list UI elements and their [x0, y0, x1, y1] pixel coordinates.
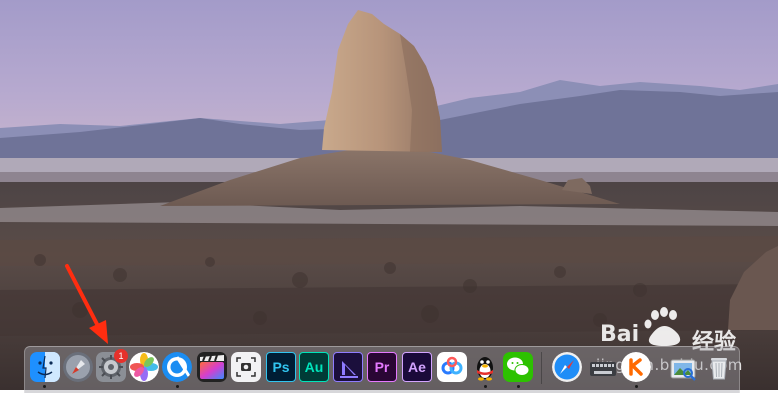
wechat-running-indicator: [517, 385, 520, 388]
kwai-running-indicator: [635, 385, 638, 388]
after-effects-icon[interactable]: Ae: [402, 352, 432, 382]
finder-running-indicator: [43, 385, 46, 388]
kwai-icon[interactable]: [621, 352, 651, 382]
dock-separator: [541, 352, 542, 384]
clapper-icon[interactable]: [197, 352, 227, 382]
browser-icon[interactable]: [162, 352, 192, 382]
premiere-icon[interactable]: Pr: [367, 352, 397, 382]
photos-icon[interactable]: [129, 352, 159, 382]
trash-icon[interactable]: [704, 352, 734, 382]
launchpad-icon[interactable]: [63, 352, 93, 382]
qq-penguin-icon[interactable]: [470, 352, 500, 382]
keyboard-icon[interactable]: [588, 352, 618, 382]
audition-icon[interactable]: Au: [299, 352, 329, 382]
media-encoder-icon[interactable]: [333, 352, 363, 382]
photoshop-icon[interactable]: Ps: [266, 352, 296, 382]
cloud-icon[interactable]: [437, 352, 467, 382]
notification-badge: 1: [114, 349, 128, 363]
screenshot-icon[interactable]: [231, 352, 261, 382]
preview-icon[interactable]: [668, 352, 698, 382]
qq-running-indicator: [484, 385, 487, 388]
watermark-brand-text: Bai: [600, 322, 640, 347]
browser-running-indicator: [176, 385, 179, 388]
finder-icon[interactable]: [30, 352, 60, 382]
safari-compass-icon[interactable]: [552, 352, 582, 382]
wechat-icon[interactable]: [503, 352, 533, 382]
